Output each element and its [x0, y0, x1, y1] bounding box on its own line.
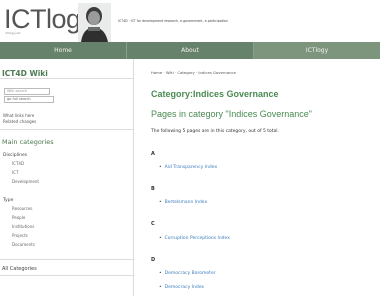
index-letter: C [151, 221, 155, 227]
site-header: ICTlogy ictlogy.net ICT4D · ICT for deve… [0, 0, 380, 42]
related-changes-link[interactable]: Related changes [3, 119, 36, 124]
category-link[interactable]: Resources [12, 206, 32, 211]
index-letter: B [151, 186, 155, 192]
nav-home[interactable]: Home [0, 42, 127, 59]
logo-subtitle: ictlogy.net [5, 31, 21, 35]
category-link[interactable]: Projects [12, 233, 28, 238]
sidebar-divider [0, 275, 134, 276]
category-group-label: Type [3, 198, 14, 203]
category-group-label: Disciplines [3, 153, 28, 158]
main-categories-heading: Main categories [2, 138, 54, 146]
category-link[interactable]: People [12, 215, 25, 220]
category-page-link[interactable]: Democracy Index [159, 285, 204, 290]
nav-ictlogy[interactable]: ICTlogy [254, 42, 380, 59]
category-page-link[interactable]: Corruption Perceptions Index [159, 236, 230, 241]
main-navigation: Home About ICTlogy [0, 42, 380, 59]
sidebar-divider [0, 259, 134, 260]
site-tagline: ICT4D · ICT for development research, e-… [118, 19, 228, 23]
all-categories-link[interactable]: All Categories [2, 266, 37, 272]
index-letter: A [151, 151, 155, 157]
nav-about[interactable]: About [127, 42, 254, 59]
category-page-link[interactable]: Aid Transparency Index [159, 165, 217, 170]
section-heading: Pages in category "Indices Governance" [151, 109, 312, 119]
page-title: Category:Indices Governance [151, 89, 279, 99]
sidebar: ICT4D Wiki Wiki search go full search Wh… [0, 59, 134, 296]
main-content: Home · Wiki · Category · Indices Governa… [135, 59, 380, 296]
category-intro-text: The following 5 pages are in this catego… [151, 129, 279, 134]
index-letter: D [151, 257, 156, 263]
category-link[interactable]: Institutions [12, 224, 34, 229]
wiki-search-input[interactable]: Wiki search [4, 88, 50, 95]
category-link[interactable]: Documents [12, 242, 35, 247]
sidebar-title: ICT4D Wiki [2, 69, 48, 78]
category-page-link[interactable]: Democracy Barometer [159, 271, 216, 276]
category-link[interactable]: Development [12, 179, 39, 184]
sidebar-divider [0, 129, 134, 130]
category-page-link[interactable]: Bertelsmann Index [159, 200, 208, 205]
author-photo [78, 3, 111, 42]
what-links-here-link[interactable]: What links here [3, 113, 34, 118]
wiki-search-buttons[interactable]: go full search [4, 96, 54, 103]
category-link[interactable]: ICT4D [12, 161, 24, 166]
category-link[interactable]: ICT [12, 170, 18, 175]
breadcrumb[interactable]: Home · Wiki · Category · Indices Governa… [151, 70, 236, 75]
sidebar-divider [0, 78, 134, 79]
